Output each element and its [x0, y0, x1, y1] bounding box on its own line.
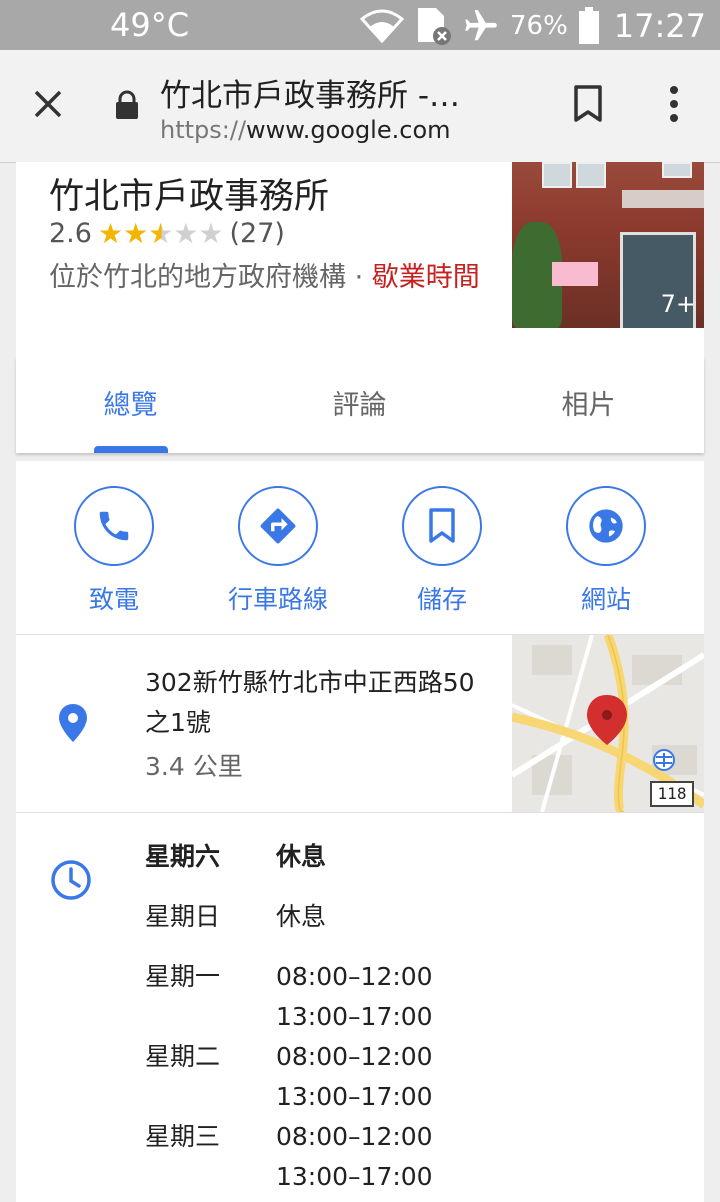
- directions-button[interactable]: 行車路線: [196, 486, 360, 616]
- hours-row: 星期六 休息: [145, 837, 433, 877]
- photo-sign: [622, 190, 704, 208]
- star-empty-icon: ★: [198, 216, 224, 250]
- hours-day: 星期六: [145, 842, 221, 871]
- hours-row: 13:00–17:00: [145, 997, 433, 1037]
- hours-day: 星期日: [145, 902, 221, 931]
- rating-stars: ★ ★ ★ ★ ★: [97, 216, 224, 250]
- wifi-icon: [359, 9, 404, 43]
- tab-photos[interactable]: 相片: [474, 357, 703, 453]
- status-icons: 76% 17:27: [359, 4, 706, 48]
- star-full-icon: ★: [97, 216, 124, 250]
- hours-time: 13:00–17:00: [276, 1082, 433, 1111]
- active-tab-indicator: [94, 446, 168, 453]
- review-count[interactable]: (27): [230, 218, 285, 249]
- hours-time: 08:00–12:00: [276, 1042, 433, 1071]
- page-title[interactable]: 竹北市戶政事務所 -…: [160, 70, 460, 115]
- photo-window: [662, 162, 692, 178]
- save-button-label: 儲存: [416, 585, 467, 614]
- hours-table: 星期六 休息 星期日 休息 星期一 08:00–12:00 13:00–17:0…: [145, 837, 433, 1197]
- hours-row: 星期二 08:00–12:00: [145, 1037, 433, 1077]
- hours-day: 星期三: [145, 1122, 221, 1151]
- hours-row: 星期一 08:00–12:00: [145, 937, 433, 997]
- hours-time: 休息: [276, 842, 327, 871]
- action-buttons-row: 致電 行車路線 儲存 網站: [16, 461, 704, 635]
- hours-time: 13:00–17:00: [276, 1002, 433, 1031]
- phone-icon: [74, 486, 154, 566]
- save-button[interactable]: 儲存: [360, 486, 524, 616]
- hours-row: 13:00–17:00: [145, 1157, 433, 1197]
- hours-status-link[interactable]: 歇業時間: [372, 262, 480, 293]
- battery-percent: 76%: [509, 11, 568, 41]
- place-name: 竹北市戶政事務所: [49, 177, 330, 217]
- website-button[interactable]: 網站: [524, 486, 688, 616]
- photo-banner: [552, 262, 598, 286]
- call-button[interactable]: 致電: [32, 486, 196, 616]
- place-header-card: 竹北市戶政事務所 2.6 ★ ★ ★ ★ ★ (27) 位於竹北的地方政府機構 …: [16, 162, 704, 358]
- tab-overview[interactable]: 總覽: [16, 357, 245, 453]
- hours-time: 08:00–12:00: [276, 1122, 433, 1151]
- category-line: 位於竹北的地方政府機構 · 歇業時間: [49, 258, 489, 298]
- address-text: 302新竹縣竹北市中正西路50之1號: [145, 668, 475, 737]
- url-host: www.google.com: [246, 116, 451, 144]
- photo-count: 7+: [660, 290, 696, 318]
- call-button-label: 致電: [88, 585, 139, 614]
- road-number-shield: 118: [650, 781, 694, 807]
- overflow-menu-button[interactable]: [660, 84, 688, 124]
- status-bar: 49°C 76% 17:27: [0, 0, 720, 50]
- battery-icon: [578, 7, 600, 45]
- browser-toolbar: 竹北市戶政事務所 -… https://www.google.com: [0, 50, 720, 163]
- close-button[interactable]: [28, 84, 68, 124]
- url-display[interactable]: https://www.google.com: [160, 116, 451, 144]
- hours-time: 08:00–12:00: [276, 962, 433, 991]
- clock: 17:27: [613, 7, 706, 45]
- star-full-icon: ★: [123, 216, 149, 250]
- location-pin-icon: [58, 703, 88, 747]
- directions-button-label: 行車路線: [227, 585, 328, 614]
- hours-row: 星期三 08:00–12:00: [145, 1117, 433, 1157]
- hours-time: 13:00–17:00: [276, 1162, 433, 1191]
- rating-value: 2.6: [49, 218, 92, 249]
- hours-day: 星期二: [145, 1042, 221, 1071]
- bookmark-icon: [402, 486, 482, 566]
- hours-time: 休息: [276, 902, 327, 931]
- hours-row: 13:00–17:00: [145, 1077, 433, 1117]
- sim-error-icon: [414, 6, 452, 46]
- globe-icon: [566, 486, 646, 566]
- airplane-icon: [462, 7, 500, 45]
- distance-text: 3.4 公里: [145, 752, 243, 781]
- temperature-readout: 49°C: [110, 6, 190, 44]
- star-empty-icon: ★: [173, 216, 199, 250]
- place-category: 位於竹北的地方政府機構 ·: [49, 262, 372, 293]
- tab-bar: 總覽 評論 相片: [16, 357, 704, 453]
- clock-icon: [50, 859, 92, 905]
- star-half-icon: ★: [148, 216, 174, 250]
- url-scheme: https://: [160, 116, 247, 144]
- hours-row: 星期日 休息: [145, 877, 433, 937]
- map-thumbnail[interactable]: 118: [512, 635, 704, 812]
- opening-hours[interactable]: 星期六 休息 星期日 休息 星期一 08:00–12:00 13:00–17:0…: [16, 813, 704, 1202]
- photo-window: [576, 162, 606, 188]
- tab-reviews[interactable]: 評論: [245, 357, 474, 453]
- bookmark-button[interactable]: [572, 84, 604, 128]
- website-button-label: 網站: [580, 585, 631, 614]
- address-row[interactable]: 302新竹縣竹北市中正西路50之1號 3.4 公里 118: [16, 635, 704, 813]
- lock-icon: [114, 90, 140, 124]
- photo-window: [542, 162, 572, 188]
- directions-icon: [238, 486, 318, 566]
- hours-day: 星期一: [145, 962, 221, 991]
- rating-row[interactable]: 2.6 ★ ★ ★ ★ ★ (27): [49, 218, 285, 249]
- place-photo[interactable]: 7+: [512, 162, 704, 328]
